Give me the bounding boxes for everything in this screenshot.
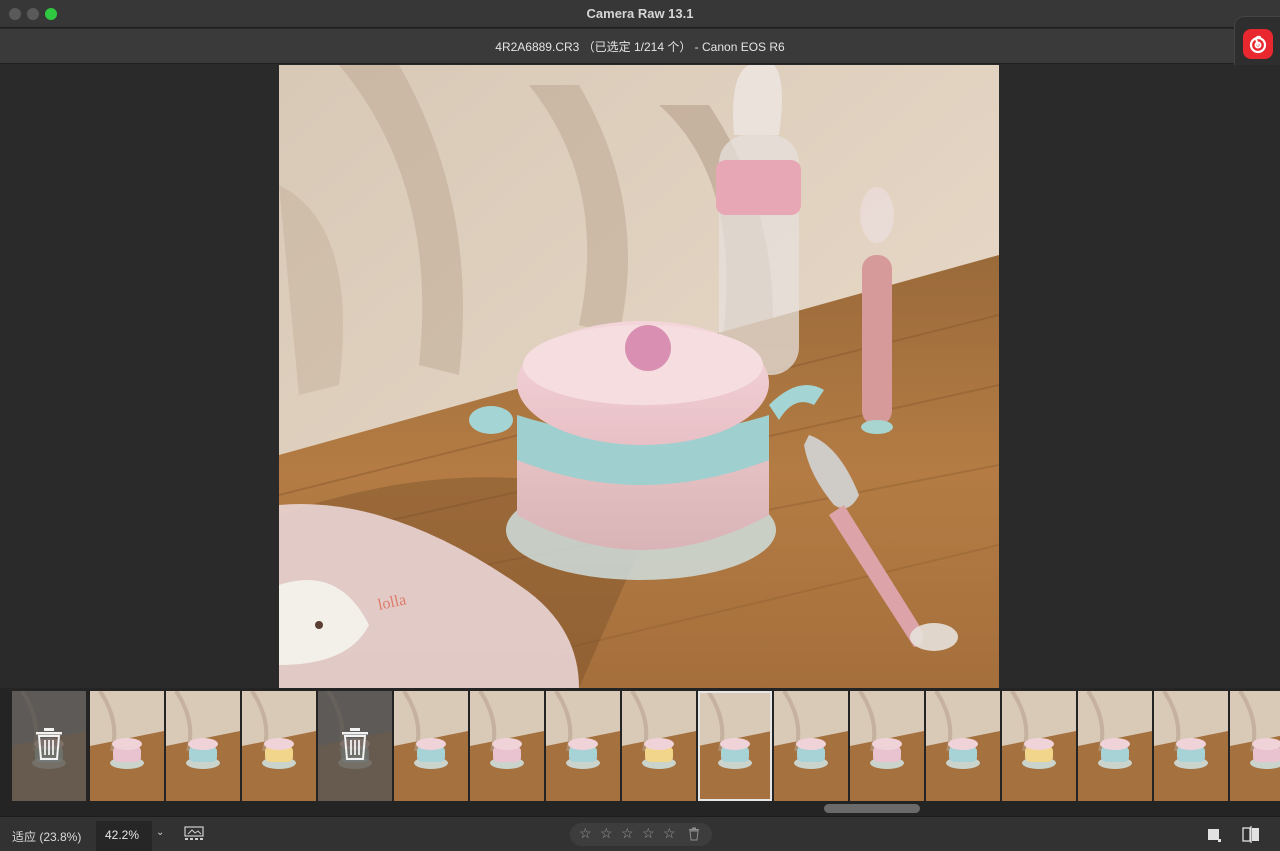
reject-trash-icon[interactable] (688, 827, 700, 841)
star-2-icon[interactable]: ☆ (600, 825, 613, 842)
filmstrip-thumbnail[interactable] (622, 691, 696, 801)
trash-icon (34, 727, 64, 761)
filmstrip-thumbnail[interactable] (850, 691, 924, 801)
bottom-toolbar: 适应 (23.8%) 42.2% ⌄ ☆ ☆ ☆ ☆ ☆ (0, 816, 1280, 851)
title-bar: Camera Raw 13.1 (0, 0, 1280, 28)
filmstrip-thumbnail[interactable] (1154, 691, 1228, 801)
filmstrip-thumbnail[interactable] (318, 691, 392, 801)
main-photo[interactable]: lolla (279, 65, 999, 688)
trash-icon (340, 727, 370, 761)
file-header: 4R2A6889.CR3 （已选定 1/214 个） - Canon EOS R… (0, 29, 1280, 64)
filmstrip-icon[interactable] (184, 826, 206, 842)
filmstrip-thumbnail[interactable] (1002, 691, 1076, 801)
filmstrip-scrollbar[interactable] (0, 801, 1280, 815)
app-title: Camera Raw 13.1 (586, 6, 694, 21)
filmstrip-thumbnail[interactable] (12, 691, 86, 801)
zoom-level-field[interactable]: 42.2% (96, 821, 152, 851)
camera-raw-window: Camera Raw 13.1 4R2A6889.CR3 （已选定 1/214 … (0, 0, 1280, 851)
star-5-icon[interactable]: ☆ (663, 825, 676, 842)
filmstrip-thumbnail[interactable] (698, 691, 772, 801)
filmstrip-thumbnail[interactable] (1230, 691, 1280, 801)
single-view-icon[interactable] (1207, 828, 1221, 842)
image-preview-area[interactable]: lolla (0, 65, 1280, 688)
filmstrip-thumbnail[interactable] (1078, 691, 1152, 801)
zoom-dropdown-chevron-icon[interactable]: ⌄ (156, 827, 164, 838)
compare-view-icon[interactable] (1242, 826, 1260, 843)
fit-zoom-button[interactable]: 适应 (23.8%) (12, 828, 81, 845)
star-3-icon[interactable]: ☆ (621, 825, 634, 842)
filmstrip-scrollbar-thumb[interactable] (824, 804, 920, 813)
filmstrip-thumbnail[interactable] (774, 691, 848, 801)
filmstrip-thumbnail[interactable] (926, 691, 1000, 801)
netease-music-icon[interactable] (1243, 29, 1273, 59)
filmstrip (0, 688, 1280, 816)
zoom-level-value: 42.2% (105, 828, 140, 842)
filmstrip-thumbnail[interactable] (394, 691, 468, 801)
filmstrip-thumbnail[interactable] (90, 691, 164, 801)
star-1-icon[interactable]: ☆ (579, 825, 592, 842)
file-info: 4R2A6889.CR3 （已选定 1/214 个） - Canon EOS R… (495, 40, 785, 54)
star-rating: ☆ ☆ ☆ ☆ ☆ (570, 823, 712, 846)
filmstrip-thumbnail[interactable] (546, 691, 620, 801)
filmstrip-thumbnail[interactable] (470, 691, 544, 801)
filmstrip-thumbnail[interactable] (242, 691, 316, 801)
star-4-icon[interactable]: ☆ (642, 825, 655, 842)
filmstrip-thumbnail[interactable] (166, 691, 240, 801)
